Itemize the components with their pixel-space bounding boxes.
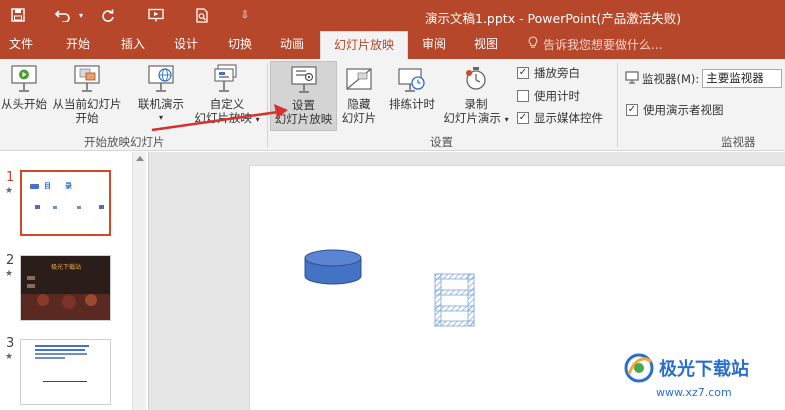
watermark-text: 极光下载站	[659, 358, 749, 380]
animation-star-icon: ★	[5, 269, 14, 279]
slide-thumbnail-3[interactable]	[20, 339, 111, 405]
animation-star-icon: ★	[5, 186, 14, 196]
shelf-shape[interactable]	[434, 273, 475, 327]
scroll-up-icon[interactable]	[136, 156, 144, 161]
thumbnail-scrollbar[interactable]	[132, 152, 146, 410]
watermark-logo-icon	[623, 352, 655, 387]
slide-thumbnail-1[interactable]: 目 录	[20, 170, 111, 236]
watermark-url: www.xz7.com	[656, 386, 732, 399]
slide-number: 3	[6, 336, 15, 351]
slide-number: 2	[6, 253, 15, 268]
cylinder-shape[interactable]	[304, 249, 362, 285]
watermark: 极光下载站	[623, 352, 749, 387]
thumbnail-title: 极光下载站	[51, 264, 82, 271]
thumbnail-title: 目 录	[44, 182, 72, 190]
slide-number: 1	[6, 170, 15, 185]
animation-star-icon: ★	[5, 352, 14, 362]
slide-thumbnails-pane: 1 ★ 目 录 2 ★ 极光下载站 3 ★	[0, 152, 148, 410]
slide-thumbnail-2[interactable]: 极光下载站	[20, 255, 111, 321]
